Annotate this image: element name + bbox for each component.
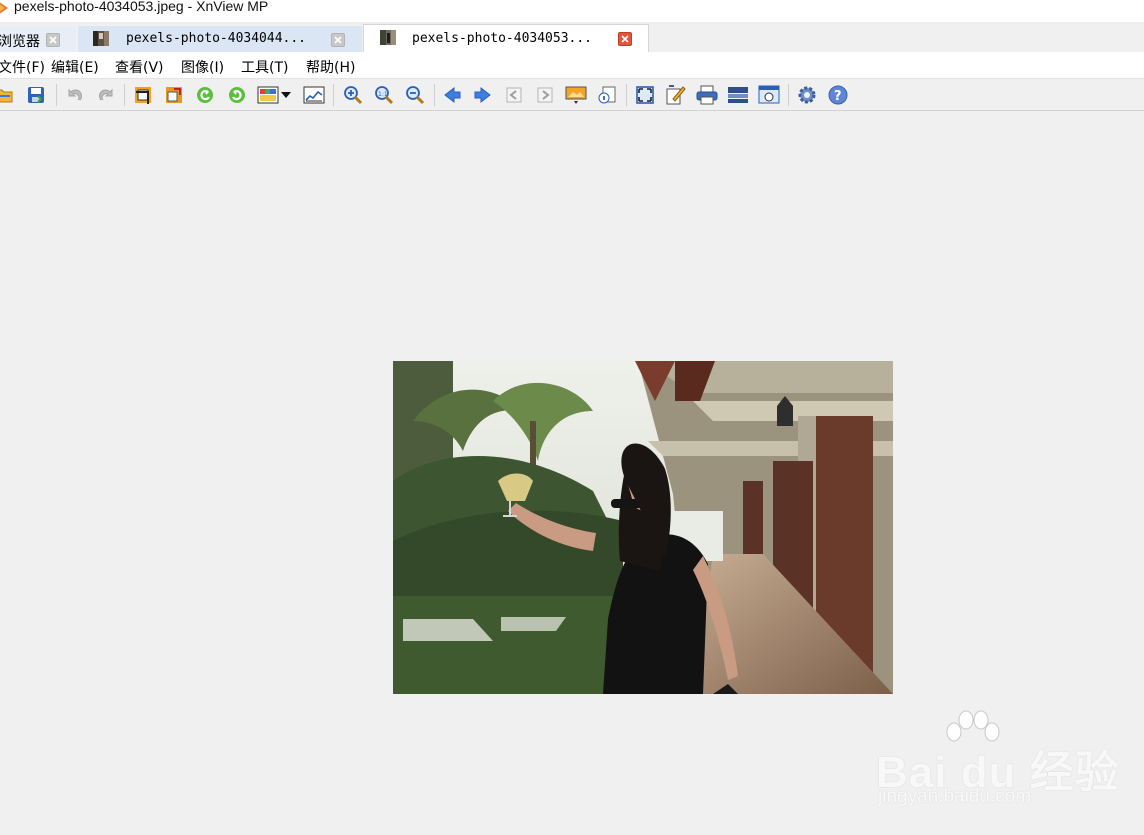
- undo-icon[interactable]: [63, 83, 87, 107]
- menu-tools[interactable]: 工具(T): [241, 57, 288, 77]
- tab-strip: 浏览器 pexels-photo-4034044... pexels-photo…: [0, 24, 1144, 52]
- menu-view[interactable]: 查看(V): [115, 57, 164, 77]
- close-icon[interactable]: [46, 33, 60, 47]
- print-icon[interactable]: [695, 83, 719, 107]
- previous-icon[interactable]: [440, 83, 464, 107]
- adjust-colors-icon[interactable]: [256, 83, 280, 107]
- redo-icon[interactable]: [94, 83, 118, 107]
- menu-help[interactable]: 帮助(H): [306, 57, 355, 77]
- next-icon[interactable]: [471, 83, 495, 107]
- save-icon[interactable]: [24, 83, 48, 107]
- tab-photo-4034044[interactable]: pexels-photo-4034044...: [78, 26, 362, 52]
- menu-bar: 文件(F) 编辑(E) 查看(V) 图像(I) 工具(T) 帮助(H): [0, 52, 1144, 79]
- tab-label: pexels-photo-4034053...: [412, 31, 593, 46]
- menu-image[interactable]: 图像(I): [181, 57, 224, 77]
- edit-icon[interactable]: [664, 83, 688, 107]
- zoom-in-icon[interactable]: [341, 83, 365, 107]
- title-bar: pexels-photo-4034053.jpeg - XnView MP: [0, 0, 1144, 22]
- capture-icon[interactable]: [757, 83, 781, 107]
- toolbar-separator: [626, 84, 627, 106]
- properties-icon[interactable]: [595, 83, 619, 107]
- last-page-icon[interactable]: [533, 83, 557, 107]
- close-icon[interactable]: [618, 32, 632, 46]
- woman-raising-glass-photo: [393, 361, 893, 694]
- tab-label: pexels-photo-4034044...: [126, 31, 307, 46]
- toolbar-separator: [333, 84, 334, 106]
- settings-icon[interactable]: [795, 83, 819, 107]
- open-folder-icon[interactable]: [0, 83, 16, 107]
- resize-icon[interactable]: [162, 83, 186, 107]
- histogram-icon[interactable]: [302, 83, 326, 107]
- dropdown-arrow-icon[interactable]: [279, 83, 293, 107]
- first-page-icon[interactable]: [502, 83, 526, 107]
- close-icon[interactable]: [331, 33, 345, 47]
- help-icon[interactable]: ?: [826, 83, 850, 107]
- tab-photo-4034053[interactable]: pexels-photo-4034053...: [363, 24, 649, 52]
- zoom-out-icon[interactable]: [403, 83, 427, 107]
- baidu-jingyan-watermark: Bai du 经验 jingyan.baidu.com: [876, 708, 1119, 818]
- slideshow-icon[interactable]: [564, 83, 588, 107]
- tab-browser[interactable]: 浏览器: [0, 26, 76, 52]
- tab-label: 浏览器: [0, 34, 40, 50]
- photo-thumbnail-icon: [380, 30, 396, 45]
- toolbar: 1:1 ?: [0, 80, 1144, 111]
- scanner-icon[interactable]: [726, 83, 750, 107]
- toolbar-separator: [56, 84, 57, 106]
- menu-file[interactable]: 文件(F): [0, 57, 45, 77]
- xnview-logo-icon: [0, 2, 8, 14]
- svg-text:?: ?: [834, 89, 842, 104]
- toolbar-separator: [434, 84, 435, 106]
- fullscreen-icon[interactable]: [633, 83, 657, 107]
- toolbar-separator: [788, 84, 789, 106]
- zoom-actual-size-icon[interactable]: 1:1: [372, 83, 396, 107]
- rotate-right-icon[interactable]: [225, 83, 249, 107]
- rotate-left-icon[interactable]: [193, 83, 217, 107]
- toolbar-separator: [124, 84, 125, 106]
- watermark-url: jingyan.baidu.com: [878, 786, 1032, 807]
- window-title: pexels-photo-4034053.jpeg - XnView MP: [14, 0, 269, 14]
- photo-thumbnail-icon: [93, 31, 109, 46]
- menu-edit[interactable]: 编辑(E): [51, 57, 99, 77]
- crop-icon[interactable]: [131, 83, 155, 107]
